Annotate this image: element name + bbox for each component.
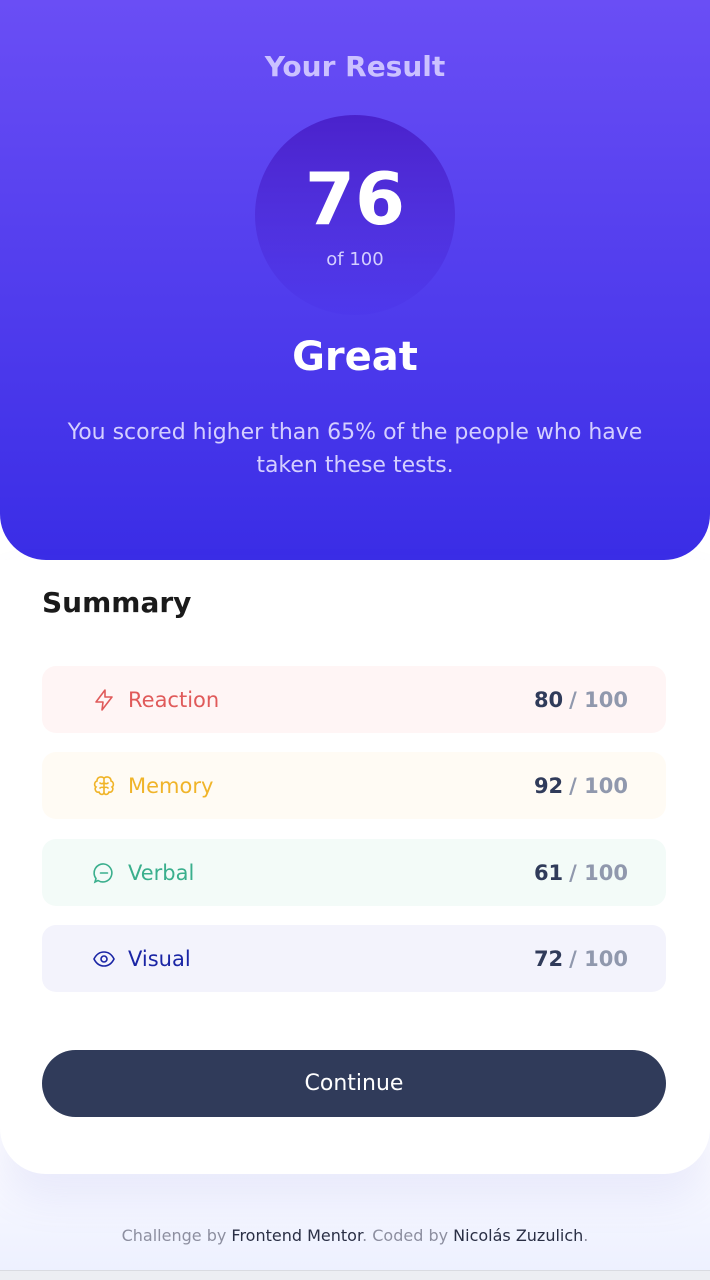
summary-total-visual: / 100 <box>569 946 628 971</box>
summary-label-verbal: Verbal <box>128 860 195 885</box>
result-title: Your Result <box>264 50 446 83</box>
lightning-icon <box>92 688 116 712</box>
eye-icon <box>92 947 116 971</box>
summary-title: Summary <box>42 586 192 619</box>
summary-row-memory: Memory 92 / 100 <box>42 752 666 819</box>
result-panel: Your Result 76 of 100 Great You scored h… <box>0 0 710 560</box>
continue-button[interactable]: Continue <box>42 1050 666 1117</box>
summary-total-verbal: / 100 <box>569 860 628 885</box>
browser-bottom-bar <box>0 1270 710 1280</box>
summary-row-reaction: Reaction 80 / 100 <box>42 666 666 733</box>
summary-total-reaction: / 100 <box>569 687 628 712</box>
score-circle: 76 of 100 <box>255 115 455 315</box>
attribution-footer: Challenge by Frontend Mentor. Coded by N… <box>0 1226 710 1245</box>
summary-row-visual: Visual 72 / 100 <box>42 925 666 992</box>
summary-score-verbal: 61 <box>533 860 564 885</box>
summary-row-verbal: Verbal 61 / 100 <box>42 839 666 906</box>
footer-middle: . Coded by <box>362 1226 454 1245</box>
summary-score-reaction: 80 <box>533 687 564 712</box>
summary-label-reaction: Reaction <box>128 687 220 712</box>
rating-title: Great <box>292 334 418 380</box>
summary-score-memory: 92 <box>533 773 564 798</box>
footer-suffix: . <box>583 1226 589 1245</box>
score-of-label: of 100 <box>326 249 384 270</box>
summary-label-visual: Visual <box>128 946 191 971</box>
chat-icon <box>92 861 116 885</box>
summary-total-memory: / 100 <box>569 773 628 798</box>
author-link[interactable]: Nicolás Zuzulich <box>453 1226 583 1245</box>
frontend-mentor-link[interactable]: Frontend Mentor <box>231 1226 362 1245</box>
result-description: You scored higher than 65% of the people… <box>67 420 643 478</box>
summary-score-visual: 72 <box>533 946 564 971</box>
score-value: 76 <box>304 157 406 241</box>
summary-card: Summary Reaction 80 / 100 Memory 92 / 10… <box>0 560 710 1174</box>
summary-label-memory: Memory <box>128 773 214 798</box>
brain-icon <box>92 774 116 798</box>
footer-prefix: Challenge by <box>121 1226 232 1245</box>
